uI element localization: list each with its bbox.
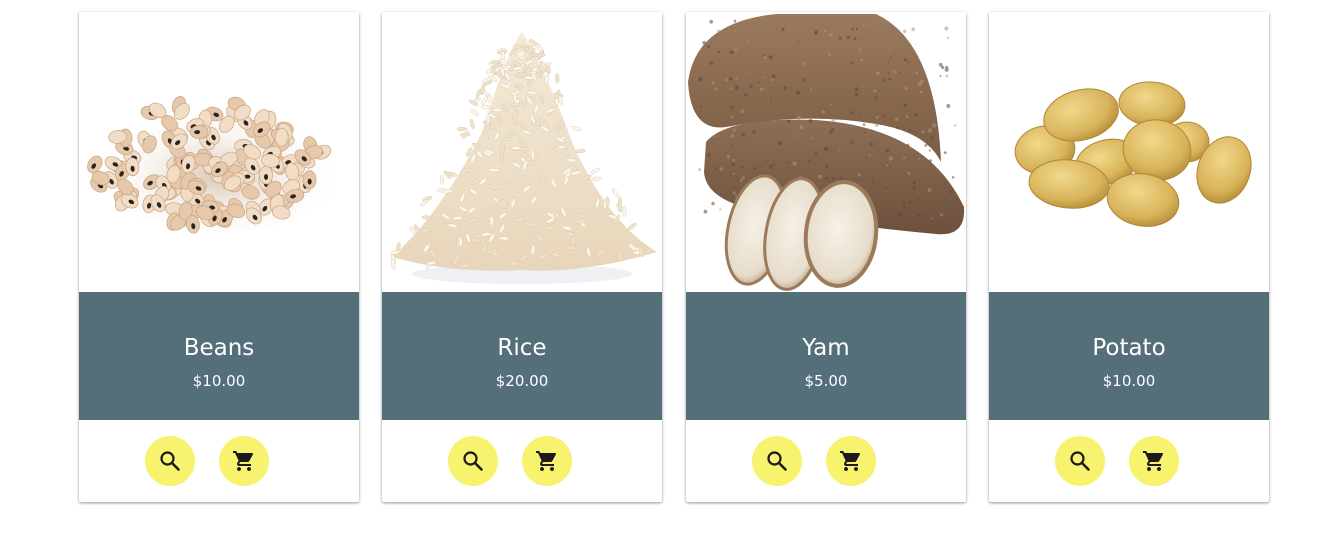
product-card-rice: Rice $20.00	[382, 12, 662, 502]
product-name: Rice	[497, 335, 547, 361]
product-actions	[686, 420, 966, 502]
product-image-yam[interactable]	[686, 12, 966, 292]
search-icon	[463, 451, 483, 471]
add-to-cart-button[interactable]	[522, 436, 572, 486]
beans-image	[87, 92, 347, 234]
product-grid: Beans $10.00 Rice $20.00 Yam $5.00 Potat…	[79, 12, 1270, 502]
potato-image	[1014, 81, 1252, 227]
product-image-potato[interactable]	[989, 12, 1269, 292]
product-card-yam: Yam $5.00	[686, 12, 966, 502]
product-info: Beans $10.00	[79, 292, 359, 420]
view-product-button[interactable]	[1055, 436, 1105, 486]
cart-icon	[1143, 451, 1164, 471]
search-icon	[160, 451, 180, 471]
cart-icon	[233, 451, 254, 471]
rice-image	[390, 32, 657, 284]
product-price: $10.00	[1102, 372, 1156, 390]
product-info: Yam $5.00	[686, 292, 966, 420]
add-to-cart-button[interactable]	[826, 436, 876, 486]
add-to-cart-button[interactable]	[1129, 436, 1179, 486]
product-price: $20.00	[495, 372, 549, 390]
product-card-potato: Potato $10.00	[989, 12, 1269, 502]
product-image-beans[interactable]	[79, 12, 359, 292]
add-to-cart-button[interactable]	[219, 436, 269, 486]
view-product-button[interactable]	[145, 436, 195, 486]
product-price: $5.00	[804, 372, 848, 390]
product-info: Rice $20.00	[382, 292, 662, 420]
product-image-rice[interactable]	[382, 12, 662, 292]
product-actions	[382, 420, 662, 502]
product-name: Potato	[1092, 335, 1166, 361]
product-info: Potato $10.00	[989, 292, 1269, 420]
yam-image	[688, 14, 965, 291]
view-product-button[interactable]	[752, 436, 802, 486]
product-name: Beans	[183, 335, 255, 361]
product-name: Yam	[802, 335, 850, 361]
product-actions	[989, 420, 1269, 502]
search-icon	[1070, 451, 1090, 471]
product-card-beans: Beans $10.00	[79, 12, 359, 502]
cart-icon	[840, 451, 861, 471]
search-icon	[767, 451, 787, 471]
view-product-button[interactable]	[448, 436, 498, 486]
product-price: $10.00	[192, 372, 246, 390]
product-actions	[79, 420, 359, 502]
cart-icon	[536, 451, 557, 471]
